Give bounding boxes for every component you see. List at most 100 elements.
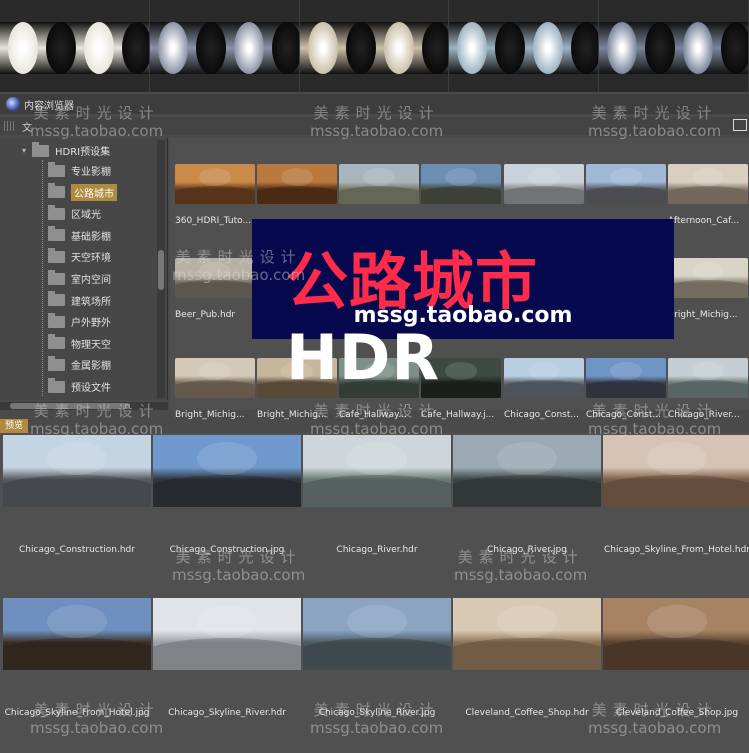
edit-icon[interactable] xyxy=(733,119,747,131)
preview-thumbnail[interactable] xyxy=(3,598,151,670)
preview-file-name: Chicago_Skyline_From_Hotel.jpg xyxy=(4,708,150,718)
tree-item[interactable]: 预设文件 xyxy=(48,376,111,397)
file-thumbnail[interactable] xyxy=(668,258,748,298)
file-name: Chicago_Const... xyxy=(504,410,579,420)
file-item[interactable]: Bright_Michig... xyxy=(175,358,255,420)
file-name: Bright_Michig... xyxy=(175,410,245,420)
file-item[interactable] xyxy=(586,164,666,216)
tree-item[interactable]: 区域光 xyxy=(48,203,101,224)
preview-thumbnail[interactable] xyxy=(453,598,601,670)
file-item[interactable] xyxy=(339,164,419,216)
tree-item[interactable]: 建筑场所 xyxy=(48,290,111,311)
file-thumbnail[interactable] xyxy=(175,258,255,298)
menu-file[interactable]: 文 xyxy=(22,119,32,134)
hdr-sphere xyxy=(383,22,414,74)
folder-icon xyxy=(48,377,65,393)
preview-thumbnail[interactable] xyxy=(153,598,301,670)
pano-distortion xyxy=(175,280,255,298)
preview-item[interactable]: Cleveland_Coffee_Shop.hdr xyxy=(453,598,601,718)
folder-icon xyxy=(48,312,65,328)
grip-icon[interactable] xyxy=(4,121,14,131)
preview-item[interactable]: Chicago_Construction.hdr xyxy=(3,435,151,555)
preview-thumbnail[interactable] xyxy=(453,435,601,507)
preview-thumbnail[interactable] xyxy=(303,598,451,670)
tree-item-label: 基础影棚 xyxy=(71,231,111,243)
tree-scrollbar-vertical[interactable] xyxy=(157,140,165,398)
pano-highlight xyxy=(199,362,231,380)
preview-item[interactable]: Chicago_Skyline_River.hdr xyxy=(153,598,301,718)
pano-highlight xyxy=(445,168,477,186)
pano-highlight xyxy=(647,442,707,475)
tree-item[interactable]: 专业影棚 xyxy=(48,160,111,181)
preview-thumbnail[interactable] xyxy=(3,435,151,507)
file-thumbnail[interactable] xyxy=(586,164,666,204)
hdr-top-thumbnail[interactable] xyxy=(449,0,599,92)
tree-item[interactable]: 室内空间 xyxy=(48,268,111,289)
file-name: Beer_Pub.hdr xyxy=(175,310,236,320)
preview-file-name: Cleveland_Coffee_Shop.hdr xyxy=(465,708,589,718)
scrollbar-thumb[interactable] xyxy=(10,403,130,409)
file-item[interactable] xyxy=(504,164,584,216)
preview-thumbnail[interactable] xyxy=(153,435,301,507)
pano-highlight xyxy=(497,442,557,475)
hdr-sphere xyxy=(195,22,226,74)
hdr-sphere xyxy=(645,22,676,74)
tree-item[interactable]: 公路城市 xyxy=(48,182,117,203)
pano-highlight xyxy=(610,168,642,186)
file-item[interactable]: Beer_Pub.hdr xyxy=(175,258,255,320)
scrollbar-thumb[interactable] xyxy=(158,250,164,290)
file-item[interactable]: 360_HDRI_Tuto... xyxy=(175,164,255,226)
tree-item[interactable]: 金属影棚 xyxy=(48,354,111,375)
menubar: 文 xyxy=(0,117,749,135)
hdr-top-thumbnail[interactable] xyxy=(149,0,299,92)
preview-file-name: Chicago_Skyline_River.jpg xyxy=(318,708,436,718)
tree-item-label: 预设文件 xyxy=(71,383,111,394)
file-item[interactable] xyxy=(257,164,337,216)
pano-highlight xyxy=(363,168,395,186)
preview-thumbnail[interactable] xyxy=(603,598,749,670)
file-name: Cafe_Hallway.j... xyxy=(421,410,495,420)
app-logo-icon xyxy=(6,97,20,111)
preview-file-name: Chicago_Construction.jpg xyxy=(169,545,285,555)
preview-item[interactable]: Chicago_Skyline_River.jpg xyxy=(303,598,451,718)
tree-item[interactable]: 天空环境 xyxy=(48,246,111,267)
file-item[interactable] xyxy=(421,164,501,216)
expand-arrow-icon[interactable]: ▾ xyxy=(22,146,32,155)
file-thumbnail[interactable] xyxy=(257,164,337,204)
preview-item[interactable]: Cleveland_Coffee_Shop.jpg xyxy=(603,598,749,718)
tree-item[interactable]: 基础影棚 xyxy=(48,225,111,246)
folder-icon xyxy=(48,334,65,350)
pano-distortion xyxy=(586,186,666,204)
file-item[interactable]: Afternoon_Caf... xyxy=(668,164,748,226)
preview-thumbnail[interactable] xyxy=(303,435,451,507)
tree-scrollbar-horizontal[interactable] xyxy=(0,402,168,410)
file-item[interactable]: Chicago_River... xyxy=(668,358,748,420)
preview-item[interactable]: Chicago_River.hdr xyxy=(303,435,451,555)
folder-icon xyxy=(48,247,65,263)
file-thumbnail[interactable] xyxy=(504,164,584,204)
tab-preview[interactable]: 预览 xyxy=(0,419,28,433)
folder-tree: ▾ HDRI预设集 专业影棚 公路城市 区域光基础影棚天空环境 室内空间 建筑场所 户外野… xyxy=(0,138,168,400)
hdr-top-thumbnail[interactable] xyxy=(599,0,748,92)
tree-root[interactable]: ▾ HDRI预设集 xyxy=(22,140,110,161)
preview-item[interactable]: Chicago_Skyline_From_Hotel.hdr xyxy=(603,435,749,555)
file-thumbnail[interactable] xyxy=(668,164,748,204)
file-item[interactable]: Bright_Michig... xyxy=(668,258,748,320)
file-thumbnail[interactable] xyxy=(421,164,501,204)
preview-item[interactable]: Chicago_River.jpg xyxy=(453,435,601,555)
file-thumbnail[interactable] xyxy=(175,164,255,204)
file-thumbnail[interactable] xyxy=(175,358,255,398)
hdr-top-thumbnail[interactable] xyxy=(0,0,149,92)
preview-thumbnail[interactable] xyxy=(603,435,749,507)
preview-item[interactable]: Chicago_Skyline_From_Hotel.jpg xyxy=(3,598,151,718)
preview-item[interactable]: Chicago_Construction.jpg xyxy=(153,435,301,555)
tree-item[interactable]: 物理天空 xyxy=(48,333,111,354)
pano-distortion xyxy=(175,380,255,398)
window-title: 内容浏览器 xyxy=(24,100,74,112)
hdr-sphere xyxy=(607,22,638,74)
pano-highlight xyxy=(647,605,707,638)
hdr-top-thumbnail[interactable] xyxy=(299,0,449,92)
file-thumbnail[interactable] xyxy=(339,164,419,204)
file-thumbnail[interactable] xyxy=(668,358,748,398)
tree-item[interactable]: 户外野外 xyxy=(48,311,111,332)
